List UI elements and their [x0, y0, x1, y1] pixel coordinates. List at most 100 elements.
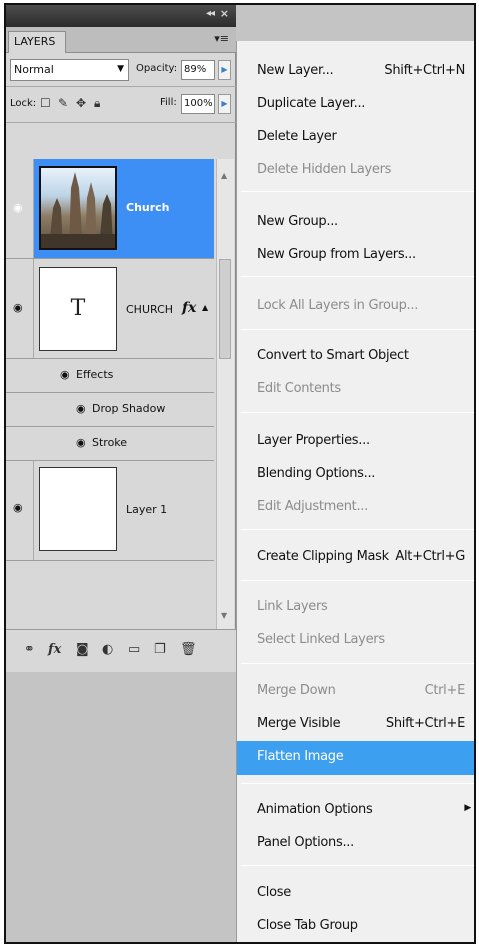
menu-separator — [241, 412, 474, 413]
church-photo-icon — [41, 172, 115, 248]
fx-icon[interactable]: fx — [182, 300, 196, 316]
blend-opacity-row: Normal ▼ Opacity: 89% ▶ — [6, 53, 236, 87]
menu-item-new-layer[interactable]: New Layer... Shift+Ctrl+N — [237, 55, 474, 85]
effect-row-drop-shadow[interactable]: ◉ Drop Shadow — [6, 393, 214, 427]
menu-item-animation-options[interactable]: Animation Options ▶ — [237, 794, 474, 824]
fill-input[interactable]: 100% — [181, 94, 215, 114]
layer-thumbnail-church — [39, 166, 117, 250]
menu-item-merge-down[interactable]: Merge Down Ctrl+E — [237, 675, 474, 705]
opacity-input[interactable]: 89% — [181, 60, 215, 80]
effects-row[interactable]: ◉ Effects — [6, 359, 214, 393]
panel-bottom-toolbar: ⚭ fx ◙ ◐ ▭ ❐ 🗑︎ — [6, 629, 236, 672]
layer-list-scrollbar[interactable]: ▲ ▼ — [216, 159, 234, 629]
menu-item-merge-visible[interactable]: Merge Visible Shift+Ctrl+E — [237, 708, 474, 738]
layer-list: ◉ Church ◉ T CHURCH fx ▲ ◉ Effects ◉ Dro… — [6, 159, 236, 629]
add-mask-icon[interactable]: ◙ — [76, 642, 89, 657]
add-layer-style-icon[interactable]: fx — [48, 642, 61, 657]
menu-item-lock-all-layers[interactable]: Lock All Layers in Group... — [237, 290, 474, 320]
menu-separator — [241, 663, 474, 664]
close-icon[interactable]: × — [220, 7, 229, 20]
menu-item-new-group[interactable]: New Group... — [237, 206, 474, 236]
expand-effects-arrow-icon[interactable]: ▲ — [202, 303, 208, 312]
visibility-toggle[interactable]: ◉ — [6, 259, 34, 358]
lock-fill-row: Lock: ☐ ✎ ✥ 🔒︎ Fill: 100% ▶ — [6, 87, 236, 123]
menu-item-convert-to-smart-object[interactable]: Convert to Smart Object — [237, 340, 474, 370]
menu-item-select-linked-layers[interactable]: Select Linked Layers — [237, 624, 474, 654]
menu-item-flatten-image[interactable]: Flatten Image — [237, 741, 474, 775]
fill-label: Fill: — [160, 97, 177, 108]
effects-label: Effects — [76, 368, 114, 381]
layers-panel-flyout-menu: New Layer... Shift+Ctrl+N Duplicate Laye… — [236, 41, 474, 942]
shortcut-label: Shift+Ctrl+N — [384, 63, 465, 78]
lock-all-icon[interactable]: 🔒︎ — [94, 96, 100, 111]
blend-mode-select[interactable]: Normal ▼ — [10, 59, 129, 81]
new-group-icon[interactable]: ▭ — [128, 642, 140, 657]
tab-layers[interactable]: LAYERS — [8, 31, 66, 53]
effect-row-stroke[interactable]: ◉ Stroke — [6, 427, 214, 461]
screenshot-frame: ◂◂ × LAYERS ▾≡ Normal ▼ Opacity: 89% ▶ L… — [4, 3, 476, 944]
menu-item-edit-contents[interactable]: Edit Contents — [237, 373, 474, 403]
link-layers-icon[interactable]: ⚭ — [24, 642, 35, 657]
effect-label: Stroke — [92, 436, 128, 449]
eye-icon[interactable]: ◉ — [60, 368, 70, 381]
menu-separator — [241, 529, 474, 530]
menu-item-label: Merge Visible — [257, 716, 341, 731]
panel-menu-icon[interactable]: ▾≡ — [214, 32, 229, 45]
layer-row-church-text[interactable]: ◉ T CHURCH fx ▲ — [6, 259, 214, 359]
fill-slider-arrow-icon[interactable]: ▶ — [218, 94, 231, 114]
visibility-toggle[interactable]: ◉ — [6, 461, 34, 560]
lock-label: Lock: — [10, 98, 37, 109]
eye-icon: ◉ — [13, 301, 23, 314]
lock-position-icon[interactable]: ✥ — [76, 96, 86, 110]
eye-icon[interactable]: ◉ — [76, 402, 86, 415]
opacity-label: Opacity: — [136, 63, 178, 74]
layer-row-church[interactable]: ◉ Church — [6, 159, 214, 259]
menu-separator — [241, 865, 474, 866]
collapse-panel-icon[interactable]: ◂◂ — [206, 8, 215, 19]
blend-mode-value: Normal — [14, 63, 54, 76]
adjustment-layer-icon[interactable]: ◐ — [102, 642, 113, 657]
lock-transparency-icon[interactable]: ☐ — [40, 96, 51, 110]
menu-item-close[interactable]: Close — [237, 877, 474, 907]
visibility-toggle[interactable]: ◉ — [6, 159, 34, 258]
trash-icon[interactable]: 🗑︎ — [180, 642, 197, 657]
menu-item-delete-layer[interactable]: Delete Layer — [237, 121, 474, 151]
chevron-down-icon: ▼ — [117, 64, 124, 74]
menu-separator — [241, 329, 474, 330]
submenu-arrow-icon: ▶ — [464, 803, 471, 813]
menu-item-label: Merge Down — [257, 683, 336, 698]
menu-separator — [241, 783, 474, 784]
scroll-down-icon[interactable]: ▼ — [221, 611, 227, 620]
menu-item-close-tab-group[interactable]: Close Tab Group — [237, 910, 474, 940]
menu-item-new-group-from-layers[interactable]: New Group from Layers... — [237, 239, 474, 269]
menu-item-blending-options[interactable]: Blending Options... — [237, 458, 474, 488]
panel-titlebar[interactable]: ◂◂ × — [6, 5, 236, 27]
menu-item-delete-hidden-layers[interactable]: Delete Hidden Layers — [237, 154, 474, 184]
menu-item-duplicate-layer[interactable]: Duplicate Layer... — [237, 88, 474, 118]
menu-separator — [241, 276, 474, 277]
menu-item-panel-options[interactable]: Panel Options... — [237, 827, 474, 857]
menu-separator — [241, 580, 474, 581]
effect-label: Drop Shadow — [92, 402, 166, 415]
scroll-up-icon[interactable]: ▲ — [221, 171, 227, 180]
layer-row-layer-1[interactable]: ◉ Layer 1 — [6, 461, 214, 561]
layer-name: Church — [126, 201, 170, 214]
lock-image-pixels-icon[interactable]: ✎ — [58, 96, 68, 110]
menu-item-edit-adjustment[interactable]: Edit Adjustment... — [237, 491, 474, 521]
shortcut-label: Shift+Ctrl+E — [385, 716, 465, 731]
shortcut-label: Ctrl+E — [424, 683, 466, 698]
menu-item-link-layers[interactable]: Link Layers — [237, 591, 474, 621]
menu-separator — [241, 191, 474, 192]
shortcut-label: Alt+Ctrl+G — [395, 549, 465, 564]
menu-item-layer-properties[interactable]: Layer Properties... — [237, 425, 474, 455]
layers-panel: ◂◂ × LAYERS ▾≡ Normal ▼ Opacity: 89% ▶ L… — [6, 5, 236, 672]
menu-item-create-clipping-mask[interactable]: Create Clipping Mask Alt+Ctrl+G — [237, 541, 474, 571]
text-layer-thumbnail: T — [39, 267, 117, 351]
new-layer-icon[interactable]: ❐ — [154, 642, 166, 657]
menu-item-label: Create Clipping Mask — [257, 549, 389, 564]
menu-item-label: Animation Options — [257, 802, 373, 817]
eye-icon: ◉ — [13, 201, 23, 214]
eye-icon[interactable]: ◉ — [76, 436, 86, 449]
opacity-slider-arrow-icon[interactable]: ▶ — [218, 60, 231, 80]
scrollbar-thumb[interactable] — [219, 259, 231, 359]
